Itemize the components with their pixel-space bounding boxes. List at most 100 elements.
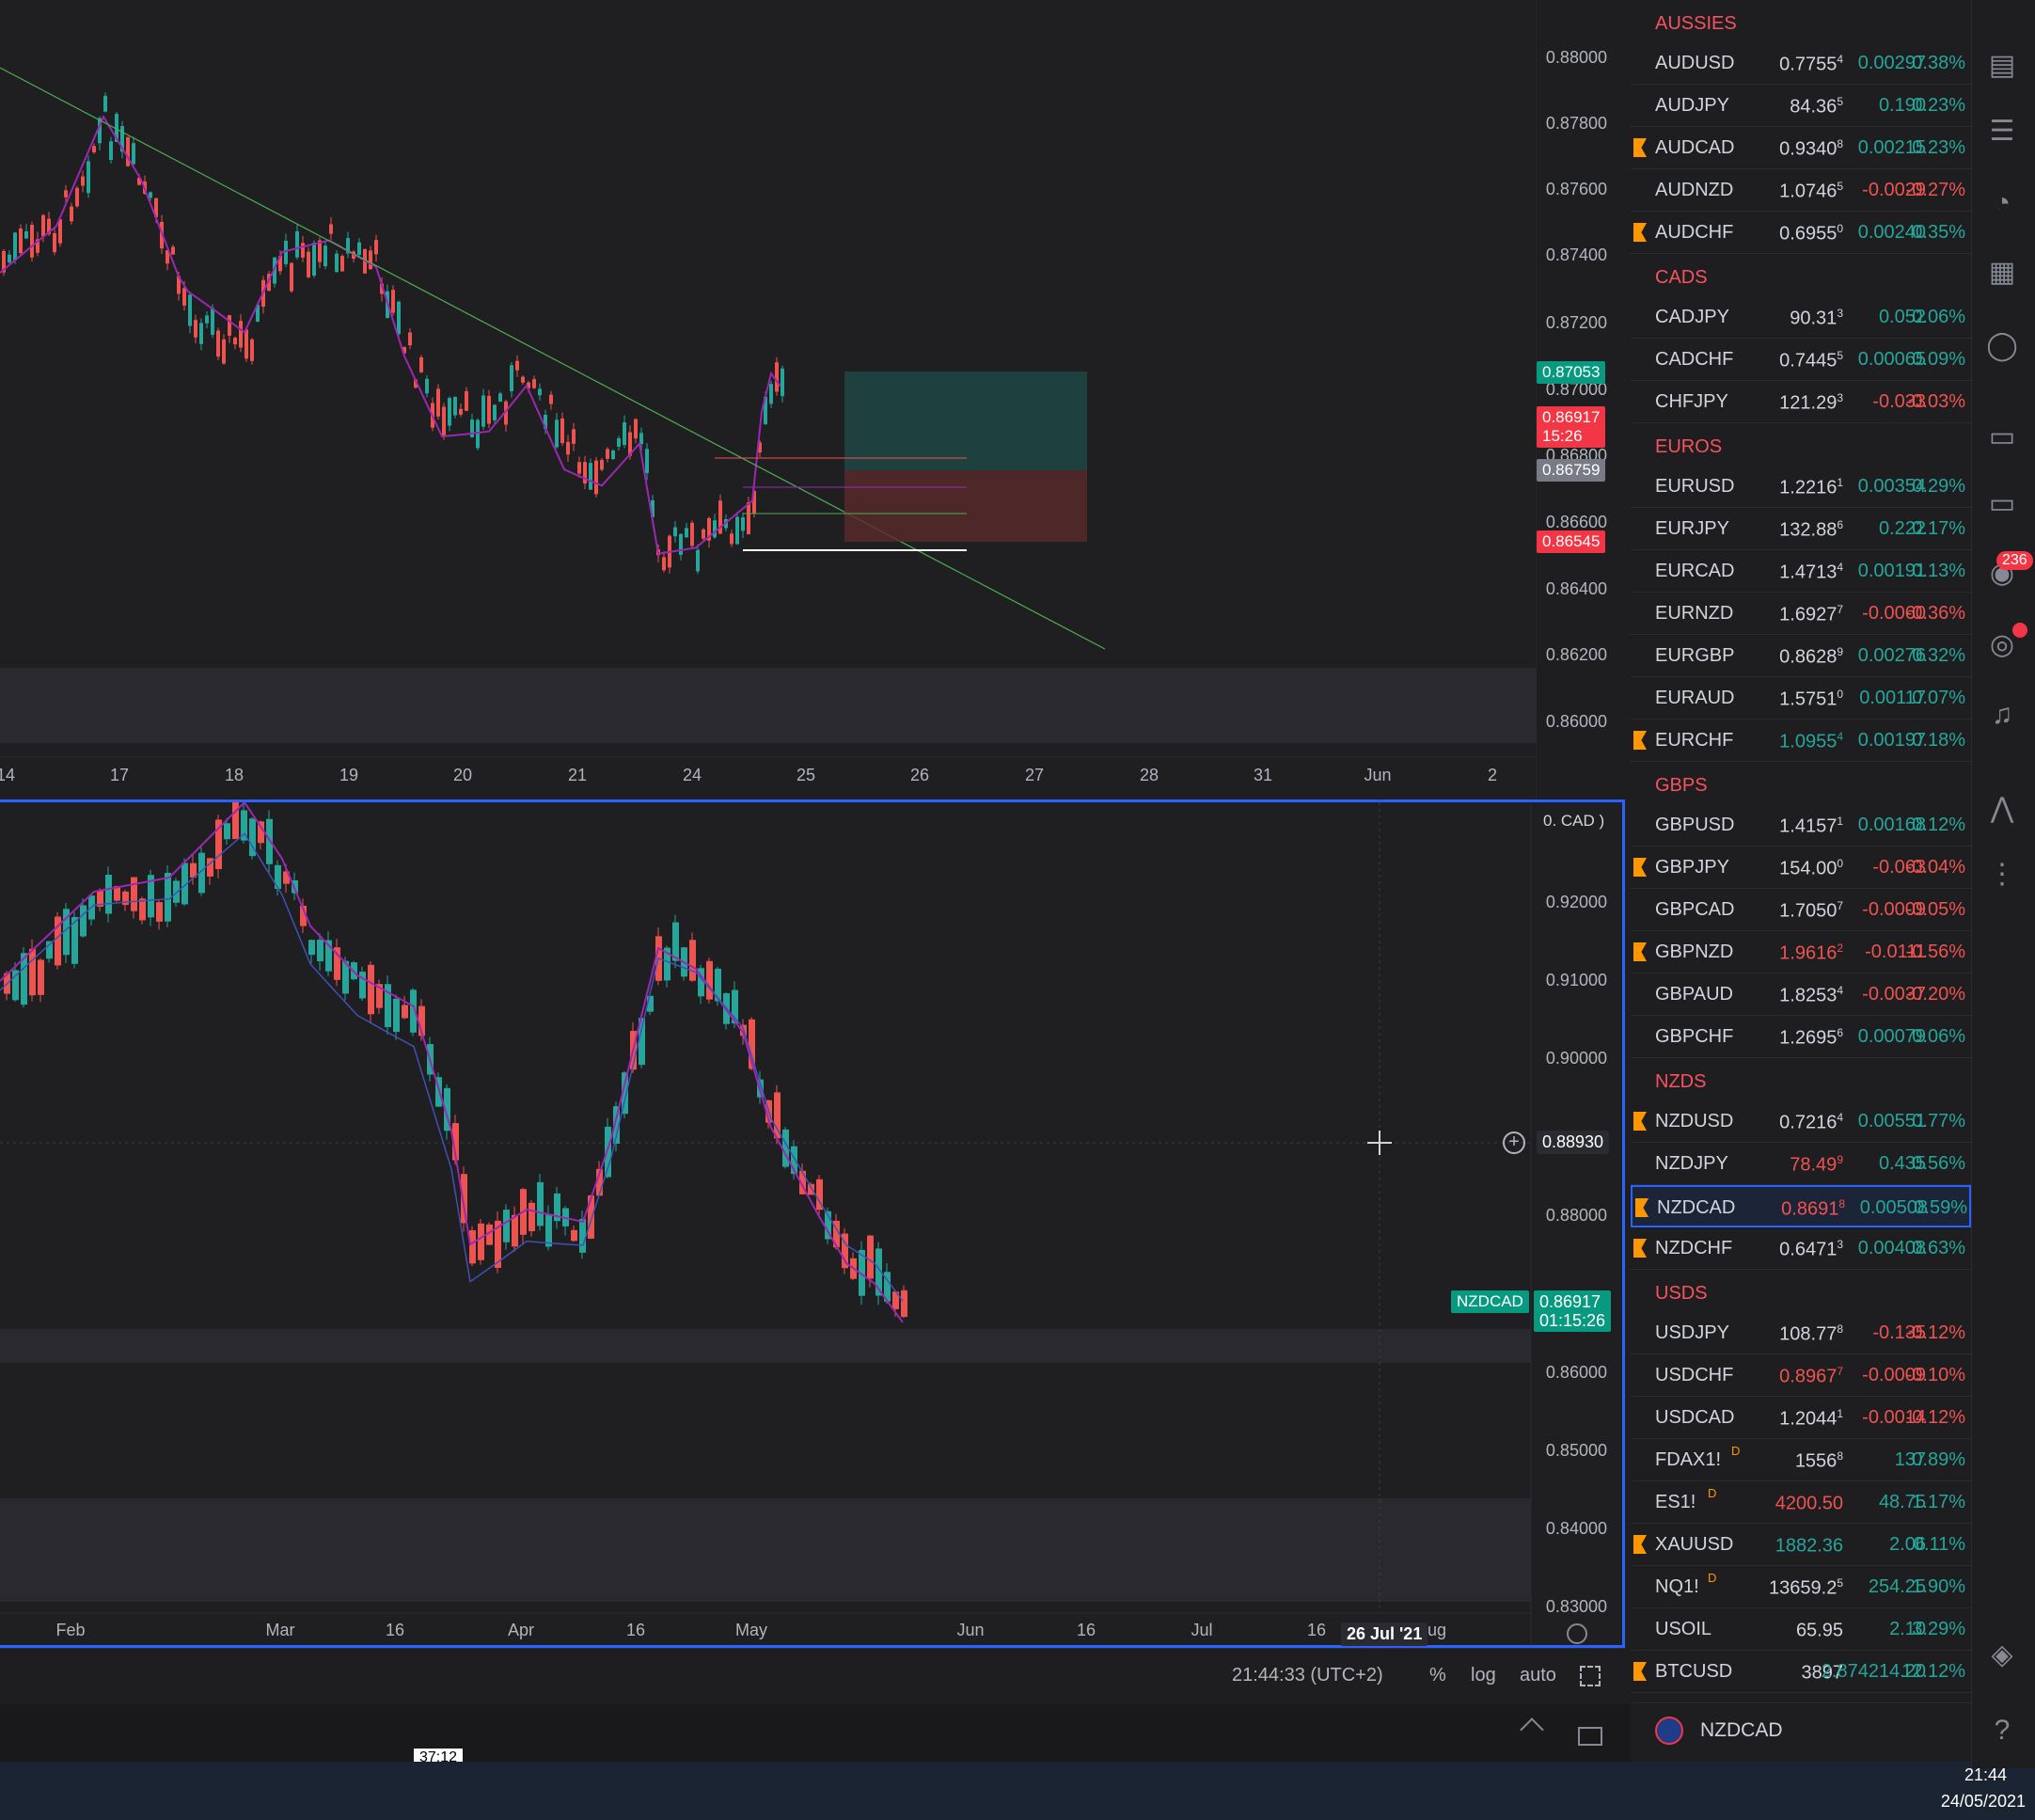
long-position-loss-zone[interactable] bbox=[844, 470, 1087, 542]
bottom-time-axis[interactable]: Feb Mar 16 Apr 16 May Jun 16 Jul 16 ug bbox=[0, 1619, 1531, 1647]
flag-icon[interactable] bbox=[1633, 942, 1647, 961]
watchlist-row-cadjpy[interactable]: CADJPY 90.313 0.052 0.06% bbox=[1631, 296, 1971, 339]
flag-icon[interactable] bbox=[1633, 858, 1647, 877]
top-price-tick: 0.86600 bbox=[1545, 513, 1607, 531]
watchlist-footer[interactable]: NZDCAD bbox=[1631, 1702, 1971, 1760]
trading-icon[interactable]: ⋀ bbox=[1983, 790, 2021, 828]
bottom-chart-canvas[interactable] bbox=[0, 802, 1622, 1645]
watchlist-row-audjpy[interactable]: AUDJPY 84.365 0.190 0.23% bbox=[1631, 85, 1971, 127]
fullscreen-icon[interactable] bbox=[1580, 1666, 1601, 1686]
watchlist-row-gbpnzd[interactable]: GBPNZD 1.96162 -0.0111 -0.56% bbox=[1631, 931, 1971, 973]
percent-change: 0.07% bbox=[1912, 688, 1965, 708]
watchlist-section-usds[interactable]: USDS bbox=[1655, 1283, 1708, 1305]
watchlist-row-usoil[interactable]: USOIL 65.95 2.10 3.29% bbox=[1631, 1608, 1971, 1651]
top-time-axis[interactable]: 14 17 18 19 20 21 24 25 26 27 28 31 Jun 2 bbox=[0, 764, 1537, 792]
clock-timezone[interactable]: 21:44:33 (UTC+2) bbox=[1232, 1665, 1383, 1686]
flag-icon[interactable] bbox=[1635, 1198, 1649, 1217]
bottom-price-tick: 0.84000 bbox=[1545, 1519, 1607, 1538]
flag-icon[interactable] bbox=[1633, 223, 1647, 242]
watchlist-row-gbpaud[interactable]: GBPAUD 1.82534 -0.0037 -0.20% bbox=[1631, 973, 1971, 1016]
watchlist-row-es1[interactable]: ES1! D 4200.50 48.75 1.17% bbox=[1631, 1481, 1971, 1524]
auto-toggle[interactable]: auto bbox=[1520, 1665, 1556, 1686]
help-icon[interactable]: ? bbox=[1983, 1712, 2021, 1749]
percent-change: 0.35% bbox=[1912, 222, 1965, 243]
flag-icon[interactable] bbox=[1633, 1662, 1647, 1681]
watchlist-row-gbpchf[interactable]: GBPCHF 1.26956 0.00079 0.06% bbox=[1631, 1016, 1971, 1058]
alerts-bell-icon[interactable]: ♫ bbox=[1983, 696, 2021, 734]
watchlist-row-fdax1[interactable]: FDAX1! D 15568 137 0.89% bbox=[1631, 1439, 1971, 1481]
messages-icon[interactable]: ▭ bbox=[1983, 485, 2021, 523]
taskbar-date[interactable]: 24/05/2021 bbox=[1941, 1792, 2026, 1812]
watchlist-row-audnzd[interactable]: AUDNZD 1.07465 -0.0029 -0.27% bbox=[1631, 169, 1971, 212]
watchlist-icon[interactable]: ☰ bbox=[1983, 113, 2021, 150]
watchlist-section-gbps[interactable]: GBPS bbox=[1655, 775, 1708, 797]
watchlist-row-audcad[interactable]: AUDCAD 0.93408 0.00215 0.23% bbox=[1631, 127, 1971, 169]
watchlist-row-eurgbp[interactable]: EURGBP 0.86289 0.00276 0.32% bbox=[1631, 635, 1971, 677]
watchlist-row-eurnzd[interactable]: EURNZD 1.69277 -0.0060 -0.36% bbox=[1631, 593, 1971, 635]
flag-icon[interactable] bbox=[1633, 1112, 1647, 1131]
calendar-icon[interactable]: ▦ bbox=[1983, 254, 2021, 292]
watchlist-row-euraud[interactable]: EURAUD 1.57510 0.00117 0.07% bbox=[1631, 677, 1971, 720]
watchlist-row-gbpusd[interactable]: GBPUSD 1.41571 0.00168 0.12% bbox=[1631, 804, 1971, 847]
watchlist-row-nzdjpy[interactable]: NZDJPY 78.499 0.435 0.56% bbox=[1631, 1143, 1971, 1185]
long-position-profit-zone[interactable] bbox=[844, 372, 1087, 470]
watchlist-row-gbpjpy[interactable]: GBPJPY 154.000 -0.063 -0.04% bbox=[1631, 847, 1971, 889]
watchlist-row-chfjpy[interactable]: CHFJPY 121.293 -0.033 -0.03% bbox=[1631, 381, 1971, 423]
top-chart-pane[interactable]: 0.88000 0.87800 0.87600 0.87400 0.87200 0.870… bbox=[0, 0, 1607, 799]
symbol-name: NZDJPY bbox=[1655, 1153, 1728, 1174]
panel-maximize-icon[interactable] bbox=[1578, 1727, 1602, 1746]
add-alert-icon[interactable]: + bbox=[1503, 1132, 1525, 1154]
watchlist-row-eurchf[interactable]: EURCHF 1.09554 0.00197 0.18% bbox=[1631, 720, 1971, 762]
watchlist-row-cadchf[interactable]: CADCHF 0.74455 0.00065 0.09% bbox=[1631, 339, 1971, 381]
top-price-axis[interactable]: 0.88000 0.87800 0.87600 0.87400 0.87200 0.870… bbox=[1537, 0, 1631, 799]
crosshair-price-label: 0.88930 bbox=[1537, 1131, 1610, 1154]
top-chart-canvas[interactable] bbox=[0, 0, 1537, 799]
watchlist-row-usdcad[interactable]: USDCAD 1.20441 -0.0014 -0.12% bbox=[1631, 1397, 1971, 1439]
news-icon[interactable]: ▤ bbox=[1983, 47, 2021, 85]
watchlist-row-audchf[interactable]: AUDCHF 0.69550 0.00240 0.35% bbox=[1631, 212, 1971, 254]
watchlist-row-usdjpy[interactable]: USDJPY 108.778 -0.135 -0.12% bbox=[1631, 1312, 1971, 1354]
watchlist-row-nzdusd[interactable]: NZDUSD 0.72164 0.00551 0.77% bbox=[1631, 1100, 1971, 1143]
watchlist-row-nzdcad[interactable]: NZDCAD 0.86918 0.00508 0.59% bbox=[1631, 1185, 1971, 1227]
watchlist-row-usdchf[interactable]: USDCHF 0.89677 -0.0009 -0.10% bbox=[1631, 1354, 1971, 1397]
watchlist-row-xauusd[interactable]: XAUUSD 1882.36 2.06 0.11% bbox=[1631, 1524, 1971, 1566]
symbol-tag: NZDCAD bbox=[1451, 1290, 1529, 1313]
log-toggle[interactable]: log bbox=[1471, 1665, 1496, 1686]
watchlist-section-aussies[interactable]: AUSSIES bbox=[1655, 13, 1737, 35]
data-window-icon[interactable]: ◔ bbox=[1983, 184, 2021, 222]
percent-change: -0.05% bbox=[1905, 899, 1965, 920]
watchlist-row-btcusd[interactable]: BTCUSD 3897 2.874214.20 12.12% bbox=[1631, 1651, 1971, 1693]
trendline[interactable] bbox=[0, 67, 1106, 650]
watchlist-section-nzds[interactable]: NZDS bbox=[1655, 1071, 1706, 1093]
bottom-price-tick: 0.88000 bbox=[1545, 1206, 1607, 1225]
percent-toggle[interactable]: % bbox=[1429, 1665, 1446, 1686]
taskbar-clock[interactable]: 21:44 bbox=[1964, 1765, 2007, 1785]
bottom-time-tick: Jun bbox=[956, 1621, 985, 1639]
object-tree-icon[interactable]: ⋮ bbox=[1983, 856, 2021, 894]
watchlist-section-euros[interactable]: EUROS bbox=[1655, 436, 1722, 458]
chevron-up-icon[interactable] bbox=[1520, 1717, 1544, 1742]
watchlist-row-nq1[interactable]: NQ1! D 13659.25 254.25 1.90% bbox=[1631, 1566, 1971, 1608]
watchlist-row-eurusd[interactable]: EURUSD 1.22161 0.00354 0.29% bbox=[1631, 466, 1971, 508]
flag-icon[interactable] bbox=[1633, 731, 1647, 750]
watchlist-row-audusd[interactable]: AUDUSD 0.77554 0.00297 0.38% bbox=[1631, 42, 1971, 85]
symbol-name: EURGBP bbox=[1655, 645, 1735, 666]
top-candles bbox=[2, 92, 784, 575]
bottom-chart-pane[interactable]: 0. CAD ) 0.92000 0.91000 0.90000 0.88000 0.8… bbox=[0, 799, 1625, 1648]
chat-icon[interactable]: ▭ bbox=[1983, 419, 2021, 456]
ideas-icon[interactable]: ◯ bbox=[1983, 327, 2021, 365]
flag-icon[interactable] bbox=[1633, 1535, 1647, 1554]
flag-icon[interactable] bbox=[1633, 1239, 1647, 1258]
bottom-price-axis[interactable]: 0.92000 0.91000 0.90000 0.88000 0.86000 0.850… bbox=[1531, 802, 1622, 1616]
last-price-tag: 0.86917 01:15:26 bbox=[1534, 1290, 1612, 1332]
percent-change: 0.06% bbox=[1912, 307, 1965, 327]
watchlist-row-gbpcad[interactable]: GBPCAD 1.70507 -0.0009 -0.05% bbox=[1631, 889, 1971, 931]
watchlist-section-cads[interactable]: CADS bbox=[1655, 267, 1708, 289]
watchlist-row-nzdchf[interactable]: NZDCHF 0.64713 0.00408 0.63% bbox=[1631, 1227, 1971, 1270]
layers-icon[interactable]: ◈ bbox=[1983, 1637, 2021, 1674]
price-tag-current-b-value: 0.86917 bbox=[1542, 408, 1601, 426]
watchlist-row-eurjpy[interactable]: EURJPY 132.886 0.222 0.17% bbox=[1631, 508, 1971, 550]
flag-icon[interactable] bbox=[1633, 138, 1647, 157]
settings-gear-icon[interactable] bbox=[1567, 1623, 1587, 1644]
watchlist-row-eurcad[interactable]: EURCAD 1.47134 0.00191 0.13% bbox=[1631, 550, 1971, 593]
